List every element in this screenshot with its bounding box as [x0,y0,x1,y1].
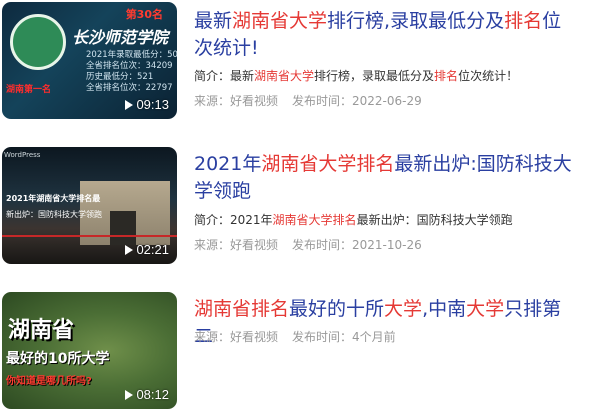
thumbnail-stats: 2021年录取最低分：503 全省排名位次：34209 历史最低分：521 全省… [86,50,177,94]
thumbnail-divider [2,235,177,237]
thumbnail-caption: 2021年湖南省大学排名最 [6,194,101,203]
title-highlight: 湖南省大学 [232,10,328,32]
video-result-item: WordPress 2021年湖南省大学排名最 新出炉：国防科技大学领跑 02:… [0,145,591,265]
video-title-link[interactable]: 2021年湖南省大学排名最新出炉:国防科技大学领跑 [194,151,574,205]
video-result-item: 湖南省 最好的10所大学 你知道是哪几所吗? 08:12 湖南省排名最好的十所大… [0,290,591,410]
title-highlight: 大学 [466,298,505,320]
duration-text: 02:21 [136,242,169,257]
summary-text: 排行榜，录取最低分及 [314,69,435,83]
thumbnail-watermark: WordPress [4,151,41,159]
summary-highlight: 湖南省大学 [254,69,315,83]
thumbnail-question: 你知道是哪几所吗? [6,376,92,387]
duration-text: 09:13 [136,97,169,112]
summary-highlight: 排名 [434,69,459,83]
thumbnail-red-tag: 湖南第一名 [6,85,52,95]
video-thumbnail[interactable]: 湖南省 最好的10所大学 你知道是哪几所吗? 08:12 [2,292,177,409]
summary-text: 简介：2021年 [194,213,273,227]
thumbnail-school-name: 长沙师范学院 [72,28,169,47]
title-highlight: 大学 [384,298,423,320]
play-icon [125,99,134,110]
thumbnail-big-text: 湖南省 [8,318,75,343]
thumbnail-stat-line: 2021年录取最低分：503 [86,50,177,60]
thumbnail-sub-text: 最好的10所大学 [6,351,110,367]
video-source: 来源：好看视频 [194,94,279,108]
thumbnail-stat-line: 全省排名位次：34209 [86,61,173,71]
video-result-item: 第30名 长沙师范学院 2021年录取最低分：503 全省排名位次：34209 … [0,0,591,120]
thumbnail-stat-line: 历史最低分：521 [86,72,154,82]
video-source: 来源：好看视频 [194,330,279,344]
school-logo-icon [10,14,66,70]
video-publish-time: 发布时间：2021-10-26 [292,238,422,252]
title-text: 排行榜,录取最低分及 [327,10,505,32]
title-text: 最好的十所 [289,298,385,320]
video-duration: 09:13 [125,97,169,112]
video-duration: 02:21 [125,242,169,257]
video-meta: 来源：好看视频 发布时间：4个月前 [194,328,396,345]
summary-text: 位次统计！ [458,69,519,83]
video-thumbnail[interactable]: WordPress 2021年湖南省大学排名最 新出炉：国防科技大学领跑 02:… [2,147,177,264]
title-text: ,中南 [422,298,467,320]
video-summary: 简介：最新湖南省大学排行榜，录取最低分及排名位次统计！ [194,67,574,84]
video-title-link[interactable]: 最新湖南省大学排行榜,录取最低分及排名位次统计! [194,8,574,62]
video-source: 来源：好看视频 [194,238,279,252]
thumbnail-caption: 新出炉：国防科技大学领跑 [6,210,102,219]
video-duration: 08:12 [125,387,169,402]
thumbnail-rank-tag: 第30名 [125,8,163,21]
summary-text: 最新出炉：国防科技大学领跑 [356,213,513,227]
duration-text: 08:12 [136,387,169,402]
title-highlight: 湖南省大学排名 [261,153,395,175]
summary-highlight: 湖南省大学排名 [272,213,357,227]
play-icon [125,389,134,400]
title-highlight: 排名 [251,298,290,320]
video-summary: 简介：2021年湖南省大学排名最新出炉：国防科技大学领跑 [194,211,574,228]
title-highlight: 排名 [504,10,543,32]
video-publish-time: 发布时间：2022-06-29 [292,94,422,108]
title-text: 2021年 [194,153,262,175]
video-publish-time: 发布时间：4个月前 [292,330,396,344]
video-meta: 来源：好看视频 发布时间：2022-06-29 [194,92,422,109]
play-icon [125,244,134,255]
title-highlight: 湖南省 [194,298,252,320]
thumbnail-stat-line: 全省排名位次：22797 [86,83,173,93]
summary-text: 简介：最新 [194,69,255,83]
video-meta: 来源：好看视频 发布时间：2021-10-26 [194,236,422,253]
video-result-list: 第30名 长沙师范学院 2021年录取最低分：503 全省排名位次：34209 … [0,0,591,416]
title-text: 最新 [194,10,233,32]
video-thumbnail[interactable]: 第30名 长沙师范学院 2021年录取最低分：503 全省排名位次：34209 … [2,2,177,119]
